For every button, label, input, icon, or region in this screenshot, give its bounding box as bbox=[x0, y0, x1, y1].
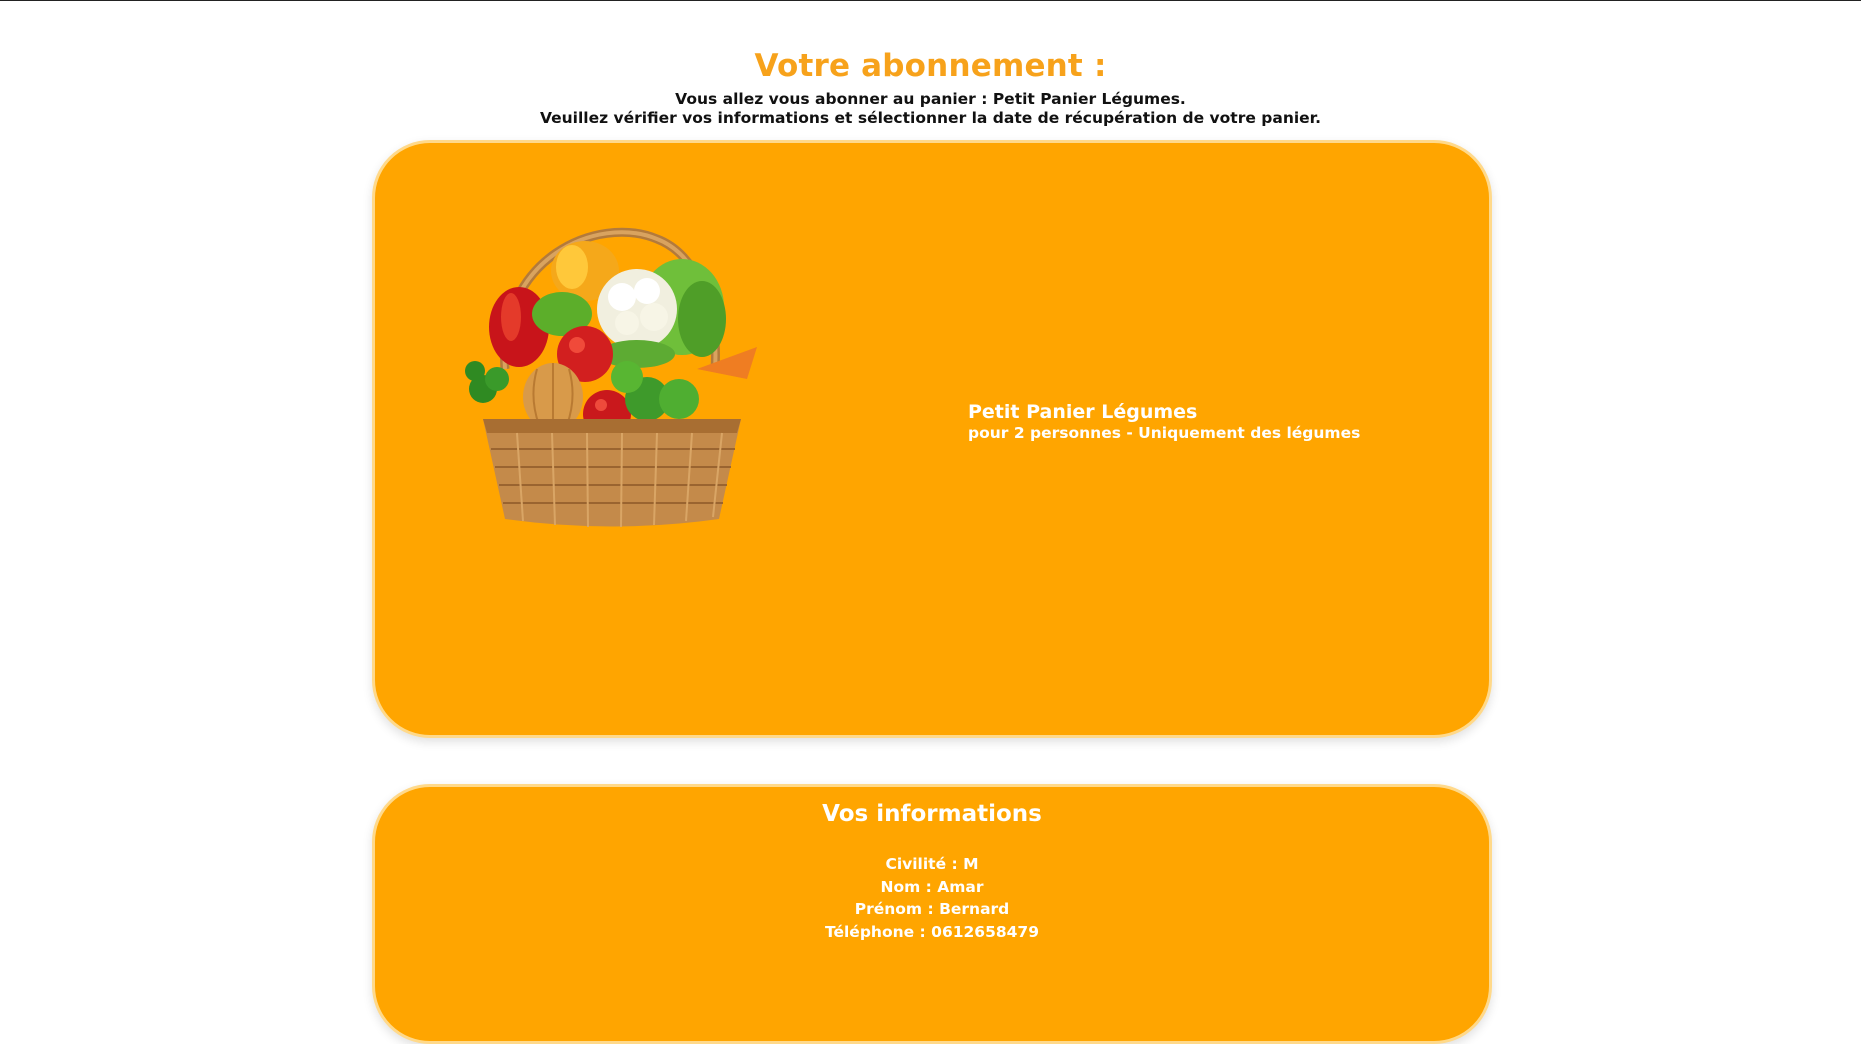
top-divider bbox=[0, 0, 1861, 1]
product-details: Petit Panier Légumes pour 2 personnes - … bbox=[968, 401, 1360, 443]
info-value: M bbox=[963, 855, 979, 873]
info-label: Civilité bbox=[885, 855, 947, 873]
intro-line-basket: Vous allez vous abonner au panier : Peti… bbox=[675, 90, 1186, 108]
info-row-civility: Civilité : M bbox=[885, 855, 979, 873]
product-description: pour 2 personnes - Uniquement des légume… bbox=[968, 424, 1361, 442]
info-value: Bernard bbox=[939, 900, 1010, 918]
product-name: Petit Panier Légumes bbox=[968, 401, 1198, 423]
info-value: Amar bbox=[937, 877, 984, 896]
intro-line-instructions: Veuillez vérifier vos informations et sé… bbox=[539, 109, 1322, 127]
page-title: Votre abonnement : bbox=[754, 48, 1107, 84]
info-row-firstname: Prénom : Bernard bbox=[854, 900, 1010, 918]
product-card: Petit Panier Légumes pour 2 personnes - … bbox=[372, 140, 1492, 738]
info-label: Nom bbox=[880, 877, 921, 896]
info-label: Prénom bbox=[854, 900, 923, 918]
vegetable-basket-image bbox=[465, 227, 757, 528]
intro-text: Vous allez vous abonner au panier : Peti… bbox=[0, 90, 1861, 128]
info-list: Civilité : M Nom : Amar Prénom : Bernard… bbox=[375, 853, 1489, 943]
info-title: Vos informations bbox=[822, 801, 1042, 827]
user-info-card: Vos informations Civilité : M Nom : Amar… bbox=[372, 784, 1492, 1044]
info-row-lastname: Nom : Amar bbox=[880, 877, 984, 896]
